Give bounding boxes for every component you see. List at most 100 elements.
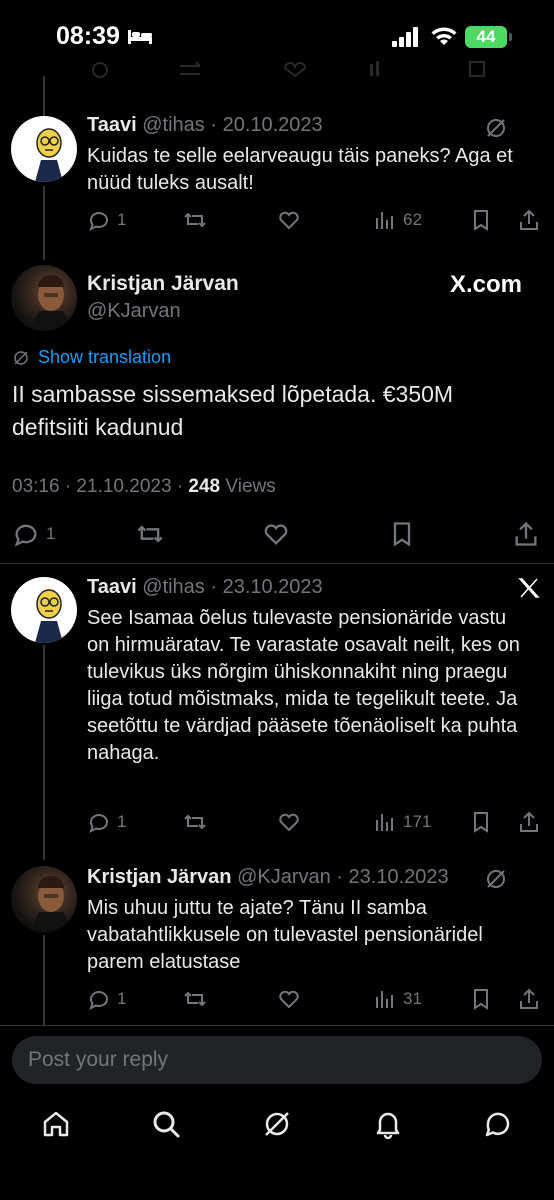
battery-tip: [509, 33, 512, 41]
like-button[interactable]: [277, 206, 301, 234]
meta-separator: ·: [204, 576, 223, 598]
tweet-header: Taavi @tihas · 23.10.2023: [87, 576, 323, 599]
meta-separator: ·: [330, 866, 349, 888]
show-translation-label: Show translation: [38, 347, 172, 367]
share-icon: [515, 521, 537, 546]
repost-button[interactable]: [183, 985, 207, 1013]
tweet-date[interactable]: 20.10.2023: [223, 114, 323, 136]
show-translation-link[interactable]: Show translation: [12, 347, 171, 368]
notifications-icon: [376, 1112, 400, 1140]
author-name[interactable]: Kristjan Järvan: [87, 866, 232, 888]
thread-line: [43, 645, 45, 860]
views-count: 248: [188, 476, 221, 497]
bookmark-button[interactable]: [469, 206, 493, 234]
thread-line: [43, 76, 45, 116]
messages-icon: [485, 1112, 510, 1137]
divider: [0, 1025, 554, 1026]
home-icon: [43, 1111, 69, 1137]
thread-line: [43, 186, 45, 260]
tweet-actions: 1 31: [87, 985, 542, 1013]
nav-search[interactable]: [150, 1108, 182, 1140]
like-button[interactable]: [277, 985, 301, 1013]
repost-icon: [184, 814, 206, 830]
author-name[interactable]: Taavi: [87, 576, 137, 598]
tweet-text: Mis uhuu juttu te ajate? Tänu II samba v…: [87, 897, 483, 973]
reply-icon: [89, 212, 108, 231]
like-button[interactable]: [262, 520, 290, 548]
repost-button[interactable]: [136, 520, 164, 548]
author-handle[interactable]: @KJarvan: [87, 300, 181, 323]
repost-icon: [137, 525, 163, 543]
reply-button[interactable]: 1: [87, 206, 126, 234]
repost-icon: [184, 991, 206, 1007]
grok-icon: [265, 1112, 289, 1136]
grok-icon[interactable]: [484, 867, 508, 891]
avatar[interactable]: [11, 116, 77, 182]
views-count: 171: [403, 812, 432, 831]
author-handle[interactable]: @KJarvan: [237, 866, 331, 888]
author-name[interactable]: Kristjan Järvan: [87, 272, 239, 296]
reply-icon: [14, 524, 37, 547]
views-icon: [376, 212, 393, 229]
nav-grok[interactable]: [261, 1108, 293, 1140]
repost-button[interactable]: [183, 206, 207, 234]
views-count: 31: [403, 989, 422, 1008]
reply-box[interactable]: [12, 1036, 542, 1084]
reply-count: 1: [117, 210, 127, 229]
tweet-actions: 1: [12, 520, 542, 548]
battery-indicator: 44: [465, 26, 507, 48]
tweet-date[interactable]: 23.10.2023: [223, 576, 323, 598]
heart-icon: [279, 211, 299, 230]
share-icon: [520, 988, 538, 1009]
reply-count: 1: [117, 812, 127, 831]
author-handle[interactable]: @tihas: [142, 576, 205, 598]
share-button[interactable]: [517, 206, 541, 234]
reply-icon: [89, 991, 108, 1010]
tweet-date[interactable]: 23.10.2023: [349, 866, 449, 888]
cellular-signal-icon: [392, 27, 418, 47]
bookmark-icon: [393, 522, 411, 547]
avatar[interactable]: [11, 577, 77, 643]
x-logo-icon: [518, 578, 540, 598]
nav-notifications[interactable]: [372, 1108, 404, 1140]
share-button[interactable]: [517, 808, 541, 836]
heart-icon: [264, 524, 288, 545]
divider: [0, 563, 554, 564]
bookmark-button[interactable]: [469, 808, 493, 836]
nav-home[interactable]: [40, 1108, 72, 1140]
share-icon: [520, 811, 538, 832]
views-icon: [376, 814, 393, 831]
like-button[interactable]: [277, 808, 301, 836]
sleep-focus-icon: [128, 30, 152, 44]
views-count: 62: [403, 210, 422, 229]
bookmark-button[interactable]: [388, 520, 416, 548]
grok-icon[interactable]: [484, 116, 508, 140]
status-time: 08:39: [56, 22, 120, 50]
views-icon: [376, 991, 393, 1008]
author-name[interactable]: Taavi: [87, 114, 137, 136]
tweet-timestamp[interactable]: 03:16 · 21.10.2023 ·: [12, 476, 188, 497]
share-button[interactable]: [512, 520, 540, 548]
tweet-header: Taavi @tihas · 20.10.2023: [87, 114, 323, 137]
tweet-header: Kristjan Järvan @KJarvan · 23.10.2023: [87, 866, 449, 889]
tweet-text: See Isamaa õelus tulevaste pensionäride …: [87, 607, 520, 764]
author-handle[interactable]: @tihas: [142, 114, 205, 136]
reply-button[interactable]: 1: [87, 808, 126, 836]
avatar[interactable]: [11, 866, 77, 932]
views-button[interactable]: 31: [373, 985, 422, 1013]
avatar[interactable]: [11, 265, 77, 331]
nav-messages[interactable]: [482, 1108, 514, 1140]
x-com-watermark: X.com: [450, 271, 523, 298]
heart-icon: [279, 990, 299, 1009]
views-button[interactable]: 62: [373, 206, 422, 234]
grok-icon: [14, 350, 28, 365]
views-button[interactable]: 171: [373, 808, 431, 836]
repost-button[interactable]: [183, 808, 207, 836]
bookmark-button[interactable]: [469, 985, 493, 1013]
views-label: Views: [220, 476, 276, 497]
meta-separator: ·: [204, 114, 223, 136]
reply-input[interactable]: [12, 1036, 542, 1084]
reply-button[interactable]: 1: [87, 985, 126, 1013]
reply-button[interactable]: 1: [12, 520, 55, 548]
share-button[interactable]: [517, 985, 541, 1013]
